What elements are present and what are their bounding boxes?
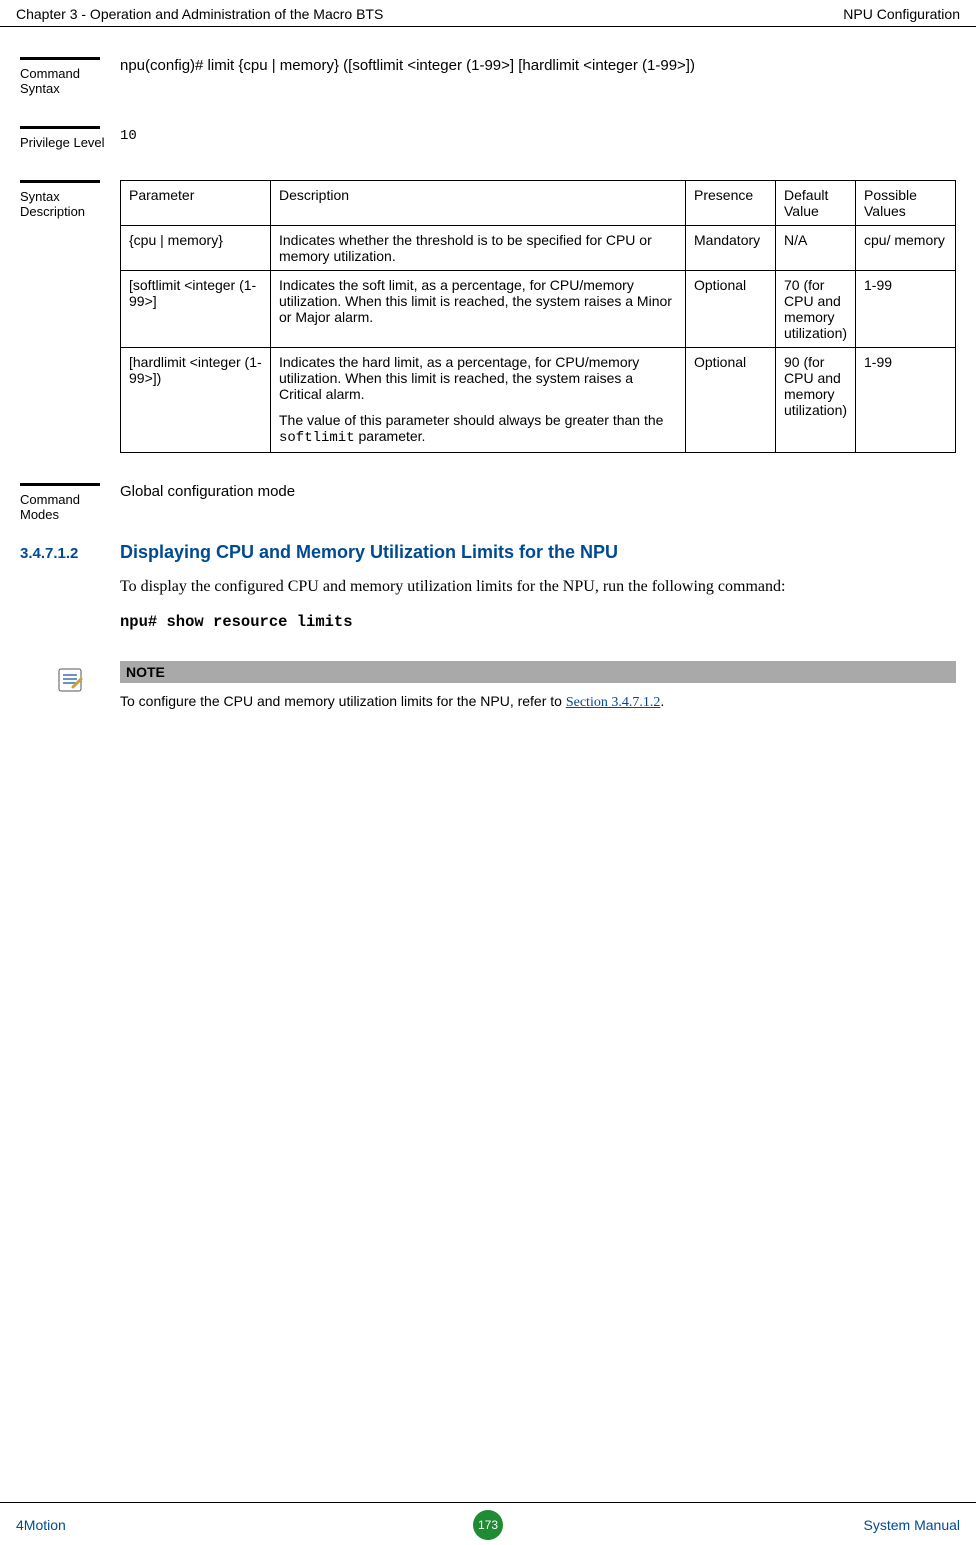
- cell-presence: Optional: [686, 271, 776, 348]
- footer-left: 4Motion: [16, 1517, 66, 1533]
- cell-description: Indicates whether the threshold is to be…: [271, 226, 686, 271]
- header-right: NPU Configuration: [843, 6, 960, 22]
- label-command-syntax: Command Syntax: [20, 66, 80, 96]
- page-number: 173: [473, 1510, 503, 1540]
- table-row: [softlimit <integer (1-99>] Indicates th…: [121, 271, 956, 348]
- syntax-table-header-row: Parameter Description Presence Default V…: [121, 181, 956, 226]
- cell-possible: cpu/ memory: [856, 226, 956, 271]
- note-label: NOTE: [120, 661, 956, 683]
- cell-possible: 1-99: [856, 271, 956, 348]
- cell-description-p2-code: softlimit: [279, 430, 355, 446]
- cell-parameter: [hardlimit <integer (1-99>]): [121, 348, 271, 453]
- subsection-heading: 3.4.7.1.2 Displaying CPU and Memory Util…: [20, 542, 956, 563]
- subsection-command: npu# show resource limits: [120, 613, 956, 631]
- cell-description: Indicates the hard limit, as a percentag…: [271, 348, 686, 453]
- cell-parameter: [softlimit <integer (1-99>]: [121, 271, 271, 348]
- cell-description-p2-pre: The value of this parameter should alway…: [279, 412, 663, 428]
- table-row: {cpu | memory} Indicates whether the thr…: [121, 226, 956, 271]
- page-content: Command Syntax npu(config)# limit {cpu |…: [0, 27, 976, 711]
- footer-right: System Manual: [864, 1517, 960, 1533]
- section-syntax-description: Syntax Description Parameter Description…: [20, 180, 956, 453]
- section-command-modes: Command Modes Global configuration mode: [20, 483, 956, 522]
- note-icon: [55, 665, 85, 700]
- header-left: Chapter 3 - Operation and Administration…: [16, 6, 383, 22]
- cell-default: 70 (for CPU and memory utilization): [776, 271, 856, 348]
- subsection-body: To display the configured CPU and memory…: [120, 575, 956, 599]
- col-description: Description: [271, 181, 686, 226]
- label-command-modes: Command Modes: [20, 492, 80, 522]
- col-default-value: Default Value: [776, 181, 856, 226]
- label-privilege-level: Privilege Level: [20, 135, 105, 150]
- cell-description-p2-post: parameter.: [355, 428, 426, 444]
- subsection-title: Displaying CPU and Memory Utilization Li…: [120, 542, 956, 563]
- note-text: To configure the CPU and memory utilizat…: [120, 693, 956, 711]
- cell-default: N/A: [776, 226, 856, 271]
- cell-description-p1: Indicates the hard limit, as a percentag…: [279, 354, 677, 402]
- section-privilege-level: Privilege Level 10: [20, 126, 956, 150]
- cell-description-p2: The value of this parameter should alway…: [279, 412, 677, 446]
- col-presence: Presence: [686, 181, 776, 226]
- cell-presence: Optional: [686, 348, 776, 453]
- cell-description: Indicates the soft limit, as a percentag…: [271, 271, 686, 348]
- value-command-syntax: npu(config)# limit {cpu | memory} ([soft…: [120, 57, 695, 74]
- note-block: NOTE To configure the CPU and memory uti…: [20, 661, 956, 711]
- cell-presence: Mandatory: [686, 226, 776, 271]
- label-syntax-description: Syntax Description: [20, 189, 85, 219]
- cell-default: 90 (for CPU and memory utilization): [776, 348, 856, 453]
- cell-possible: 1-99: [856, 348, 956, 453]
- subsection-number: 3.4.7.1.2: [20, 545, 120, 562]
- value-privilege-level: 10: [120, 128, 137, 144]
- note-text-pre: To configure the CPU and memory utilizat…: [120, 693, 566, 709]
- cell-parameter: {cpu | memory}: [121, 226, 271, 271]
- col-parameter: Parameter: [121, 181, 271, 226]
- note-text-post: .: [660, 693, 664, 709]
- syntax-table: Parameter Description Presence Default V…: [120, 180, 956, 453]
- note-link[interactable]: Section 3.4.7.1.2: [566, 695, 661, 710]
- value-command-modes: Global configuration mode: [120, 483, 295, 500]
- page-footer: 4Motion 173 System Manual: [0, 1502, 976, 1545]
- section-command-syntax: Command Syntax npu(config)# limit {cpu |…: [20, 57, 956, 96]
- col-possible-values: Possible Values: [856, 181, 956, 226]
- table-row: [hardlimit <integer (1-99>]) Indicates t…: [121, 348, 956, 453]
- page-header: Chapter 3 - Operation and Administration…: [0, 0, 976, 27]
